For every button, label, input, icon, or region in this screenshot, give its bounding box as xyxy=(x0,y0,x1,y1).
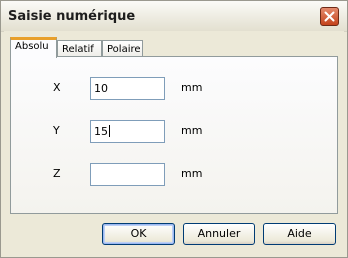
help-button[interactable]: Aide xyxy=(263,223,336,245)
close-button[interactable] xyxy=(320,7,339,26)
x-input-value: 10 xyxy=(94,82,108,95)
tab-panel-absolu: X 10 mm Y 15 mm Z mm xyxy=(10,56,338,214)
ok-button[interactable]: OK xyxy=(102,223,175,245)
y-label: Y xyxy=(53,124,60,137)
dialog-client-area: Absolu Relatif Polaire X 10 mm Y 15 mm Z… xyxy=(4,31,344,253)
x-label: X xyxy=(53,81,61,94)
ok-button-label: OK xyxy=(130,227,147,240)
tab-absolu-label: Absolu xyxy=(15,41,49,52)
z-label: Z xyxy=(53,167,61,180)
x-unit: mm xyxy=(181,81,203,94)
tab-polaire-label: Polaire xyxy=(107,44,141,55)
z-input[interactable] xyxy=(90,163,165,186)
help-button-label: Aide xyxy=(287,227,312,240)
cancel-button[interactable]: Annuler xyxy=(183,223,255,245)
cancel-button-label: Annuler xyxy=(197,227,241,240)
z-unit: mm xyxy=(181,167,203,180)
tab-absolu[interactable]: Absolu xyxy=(10,37,57,58)
tab-relatif-label: Relatif xyxy=(62,44,94,55)
window-title: Saisie numérique xyxy=(8,9,136,24)
text-cursor xyxy=(109,125,110,137)
x-input[interactable]: 10 xyxy=(90,77,165,100)
title-bar[interactable]: Saisie numérique xyxy=(1,1,347,32)
y-input-value: 15 xyxy=(94,125,108,138)
y-input[interactable]: 15 xyxy=(90,120,165,143)
y-unit: mm xyxy=(181,124,203,137)
close-icon xyxy=(324,11,335,22)
